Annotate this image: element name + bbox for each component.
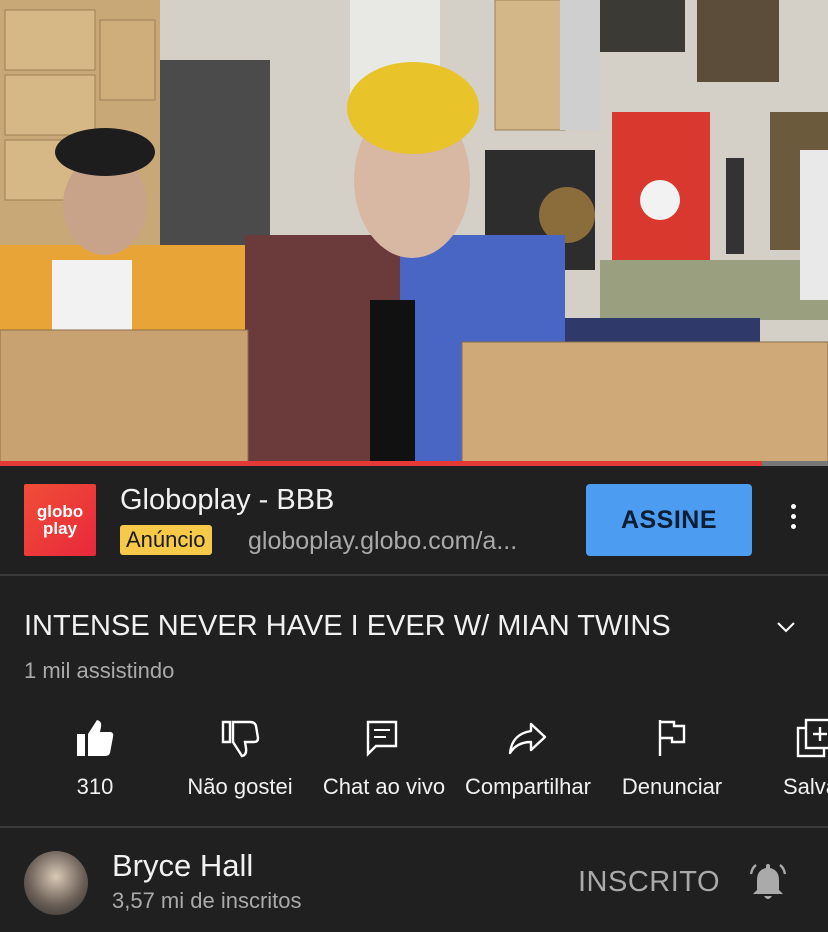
ad-banner[interactable]: globo play Globoplay - BBB Anúncio globo… xyxy=(0,466,828,574)
video-title[interactable]: INTENSE NEVER HAVE I EVER W/ MIAN TWINS xyxy=(24,610,671,643)
share-button[interactable]: Compartilhar xyxy=(456,716,600,800)
dislike-label: Não gostei xyxy=(187,774,293,799)
view-count: 1 mil assistindo xyxy=(24,658,175,683)
notification-bell-icon[interactable] xyxy=(746,860,790,904)
share-label: Compartilhar xyxy=(465,774,591,799)
live-chat-button[interactable]: Chat ao vivo xyxy=(314,716,454,800)
logo-text-line1: globo xyxy=(36,502,84,521)
flag-icon xyxy=(658,720,686,756)
share-icon xyxy=(508,722,547,755)
chevron-down-icon[interactable] xyxy=(774,615,798,639)
chat-icon xyxy=(366,720,398,757)
video-player[interactable] xyxy=(0,0,828,462)
channel-row[interactable]: Bryce Hall 3,57 mi de inscritos INSCRITO xyxy=(0,830,828,932)
video-frame xyxy=(0,0,828,462)
globoplay-logo: globo play xyxy=(24,484,96,556)
report-button[interactable]: Denunciar xyxy=(612,716,732,800)
subscribe-ad-button[interactable]: ASSINE xyxy=(586,484,752,556)
like-button[interactable]: 310 xyxy=(50,716,140,800)
live-chat-label: Chat ao vivo xyxy=(322,774,446,799)
ad-title: Globoplay - BBB xyxy=(120,484,335,516)
ad-url[interactable]: globoplay.globo.com/a... xyxy=(248,527,558,556)
more-options-icon[interactable] xyxy=(783,504,803,536)
dislike-button[interactable]: Não gostei xyxy=(176,716,304,800)
divider xyxy=(0,574,828,576)
logo-text-line2: play xyxy=(42,519,77,538)
divider xyxy=(0,826,828,828)
action-bar: 310 Não gostei Chat ao vivo Compartilhar xyxy=(0,716,828,812)
save-button[interactable]: Salvar xyxy=(778,716,828,800)
channel-avatar[interactable] xyxy=(24,851,88,915)
like-count: 310 xyxy=(76,774,114,799)
add-to-playlist-icon xyxy=(796,718,828,758)
channel-name[interactable]: Bryce Hall xyxy=(112,848,253,884)
thumbs-down-icon xyxy=(221,720,260,758)
save-label: Salvar xyxy=(783,774,828,799)
subscriber-count: 3,57 mi de inscritos xyxy=(112,888,302,913)
subscribed-button[interactable]: INSCRITO xyxy=(578,866,720,899)
ad-badge: Anúncio xyxy=(120,525,212,555)
thumbs-up-icon xyxy=(77,720,114,756)
report-label: Denunciar xyxy=(621,774,723,799)
